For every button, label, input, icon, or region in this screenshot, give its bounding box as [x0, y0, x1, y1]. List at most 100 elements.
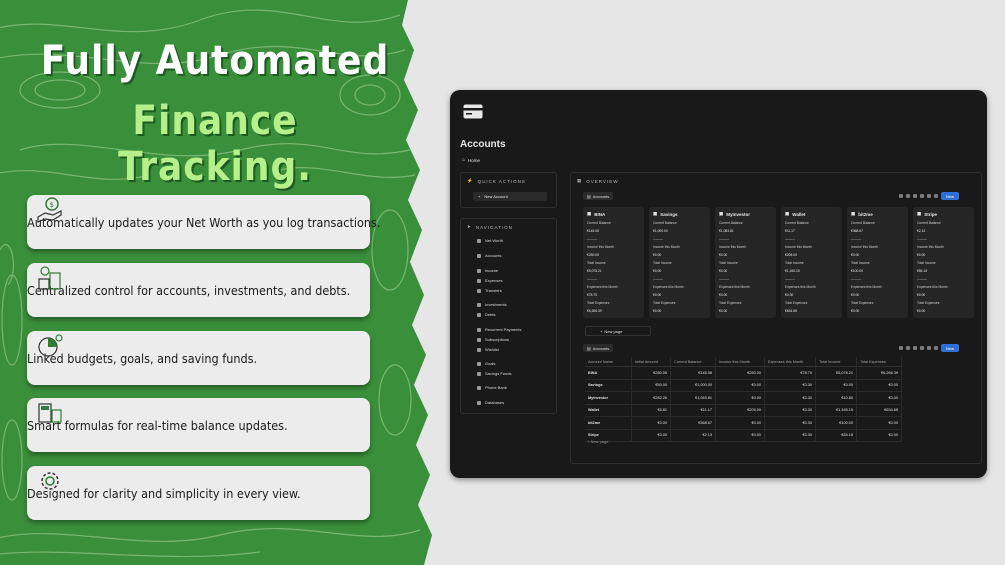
table-header-row: Account Name Initial Amount Current Bala… [585, 357, 902, 367]
navigation-panel: ➤ NAVIGATION Net Worth Accounts Income Ex… [460, 218, 557, 414]
table-row[interactable]: BINA €280.05 €145.08 €250.00 €78.70 €5,078.21… [585, 366, 902, 380]
bank-icon: ▣ [653, 211, 658, 216]
table-accounts-tab[interactable]: ▤ Accounts [583, 344, 614, 352]
more-icon[interactable] [934, 194, 938, 198]
navigation-arrow-icon: ➤ [467, 224, 472, 229]
col-account-name[interactable]: Account Name [585, 357, 632, 367]
filter-icon[interactable] [899, 346, 903, 350]
breadcrumb-home[interactable]: Home [468, 158, 480, 163]
transfers-icon [477, 288, 481, 293]
overview-toolbar: New [899, 192, 960, 200]
quick-actions-panel: ⚡ QUICK ACTIONS + New Account [460, 172, 557, 208]
col-expenses-month[interactable]: Expenses this Month [764, 357, 816, 367]
table-row[interactable]: bit2me €0.00 €368.67 €0.00 €0.30 €100.00 €0.00 [585, 416, 902, 430]
debts-icon [477, 312, 481, 317]
overview-accounts-tab[interactable]: ▤ Accounts [583, 192, 614, 200]
table-new-page-button[interactable]: + New page [587, 439, 608, 444]
bank-icon: ▣ [719, 211, 724, 216]
accounts-table: Account Name Initial Amount Current Bala… [585, 357, 902, 442]
nav-item-recurrent-payments[interactable]: Recurrent Payments [477, 327, 521, 332]
marketing-panel: Fully Automated Finance Tracking. $ Auto… [0, 0, 445, 565]
account-card[interactable]: ▣ Stripe Current Balance €2.13 Income thi… [913, 207, 974, 318]
filter-icon[interactable] [899, 194, 903, 198]
feature-card: Centralized control for accounts, invest… [27, 263, 370, 317]
account-card[interactable]: ▣ Wallet Current Balance €11.17 Income th… [781, 207, 842, 318]
nav-item-transfers[interactable]: Transfers [477, 288, 502, 293]
income-icon [477, 268, 481, 273]
table-row[interactable]: MyInvestor €282.26 €1,083.81 €0.00 €0.30 €10.… [585, 391, 902, 405]
account-card[interactable]: ▣ MyInvestor Current Balance €1,083.81 In… [715, 207, 776, 318]
database-icon [477, 400, 481, 405]
quick-actions-header: ⚡ QUICK ACTIONS [467, 178, 526, 184]
nav-item-phone-bank[interactable]: Phone Bank [477, 385, 507, 390]
nav-item-wishlist[interactable]: Wishlist [477, 347, 499, 352]
nav-item-debts[interactable]: Debts [477, 312, 495, 317]
bank-icon: ▣ [587, 211, 592, 216]
table-row[interactable]: Savings €50.00 €1,000.00 €0.00 €0.30 €0.00 €0.… [585, 379, 902, 392]
account-card[interactable]: ▣ bit2me Current Balance €368.67 Income t… [847, 207, 908, 318]
recurrent-icon [477, 327, 481, 332]
phone-icon [477, 385, 481, 390]
bank-icon: ▣ [785, 211, 790, 216]
col-total-income[interactable]: Total Income [815, 357, 857, 367]
feature-text: Smart formulas for real-time balance upd… [27, 417, 288, 433]
nav-item-databases[interactable]: Databases [477, 400, 504, 405]
new-account-button[interactable]: + New Account [473, 192, 547, 201]
headline-line2: Finance Tracking. [118, 98, 312, 190]
feature-card: $ Automatically updates your Net Worth a… [27, 195, 380, 249]
sort-icon[interactable] [906, 346, 910, 350]
table-row[interactable]: Stripe €0.00 €2.13 €0.00 €0.30 €84.18 €0.00 [585, 429, 902, 442]
bank-icon: ▣ [917, 211, 922, 216]
calculator-money-icon [38, 403, 62, 423]
nav-item-net-worth[interactable]: Net Worth [477, 238, 503, 243]
table-icon: ▤ [587, 193, 591, 199]
feature-card: Smart formulas for real-time balance upd… [27, 398, 370, 452]
table-toolbar: New [899, 344, 960, 352]
breadcrumb[interactable]: ⌂ Home [462, 157, 480, 163]
sort-icon[interactable] [906, 194, 910, 198]
plus-icon: + [600, 328, 603, 334]
nav-item-income[interactable]: Income [477, 268, 498, 273]
expand-icon[interactable] [927, 194, 931, 198]
page-title: Accounts [460, 139, 506, 150]
col-initial-amount[interactable]: Initial Amount [631, 357, 671, 367]
wishlist-icon [477, 347, 481, 352]
cards-new-page-button[interactable]: + New page [585, 326, 651, 336]
svg-text:$: $ [50, 201, 54, 209]
search-icon[interactable] [920, 194, 924, 198]
accounts-icon [477, 253, 481, 258]
credit-card-icon [463, 104, 483, 119]
expand-icon[interactable] [927, 346, 931, 350]
nav-item-savings-funds[interactable]: Savings Funds [477, 371, 511, 376]
account-card[interactable]: ▣ BINA Current Balance €145.08 Income thi… [583, 207, 644, 318]
subscriptions-icon [477, 337, 481, 342]
navigation-header: ➤ NAVIGATION [467, 224, 513, 230]
overview-new-button[interactable]: New [941, 192, 960, 200]
nav-item-investments[interactable]: Investments [477, 302, 507, 307]
feature-card: Designed for clarity and simplicity in e… [27, 466, 370, 520]
col-income-month[interactable]: Income this Month [715, 357, 765, 367]
lightning-icon[interactable] [913, 194, 917, 198]
net-worth-icon [477, 238, 481, 243]
nav-item-accounts[interactable]: Accounts [477, 253, 501, 258]
pie-chart-icon [38, 334, 63, 357]
account-card[interactable]: ▣ Savings Current Balance €1,000.00 Incom… [649, 207, 710, 318]
nav-item-goals[interactable]: Goals [477, 361, 495, 366]
nav-item-expenses[interactable]: Expenses [477, 278, 503, 283]
table-new-button[interactable]: New [941, 344, 960, 352]
money-stacks-icon [38, 266, 61, 290]
bolt-icon: ⚡ [467, 178, 474, 183]
savings-icon [477, 371, 481, 376]
lightning-icon[interactable] [913, 346, 917, 350]
expenses-icon [477, 278, 481, 283]
nav-item-subscriptions[interactable]: Subscriptions [477, 337, 509, 342]
grid-icon: ▦ [577, 178, 583, 183]
hand-money-icon: $ [37, 197, 62, 223]
investments-icon [477, 302, 481, 307]
col-total-expenses[interactable]: Total Expenses [856, 357, 902, 367]
feature-text: Designed for clarity and simplicity in e… [27, 485, 301, 501]
search-icon[interactable] [920, 346, 924, 350]
col-current-balance[interactable]: Current Balance [670, 357, 716, 367]
table-row[interactable]: Wallet €5.81 €11.17 €205.00 €0.30 €1,165.15 €6… [585, 404, 902, 417]
more-icon[interactable] [934, 346, 938, 350]
